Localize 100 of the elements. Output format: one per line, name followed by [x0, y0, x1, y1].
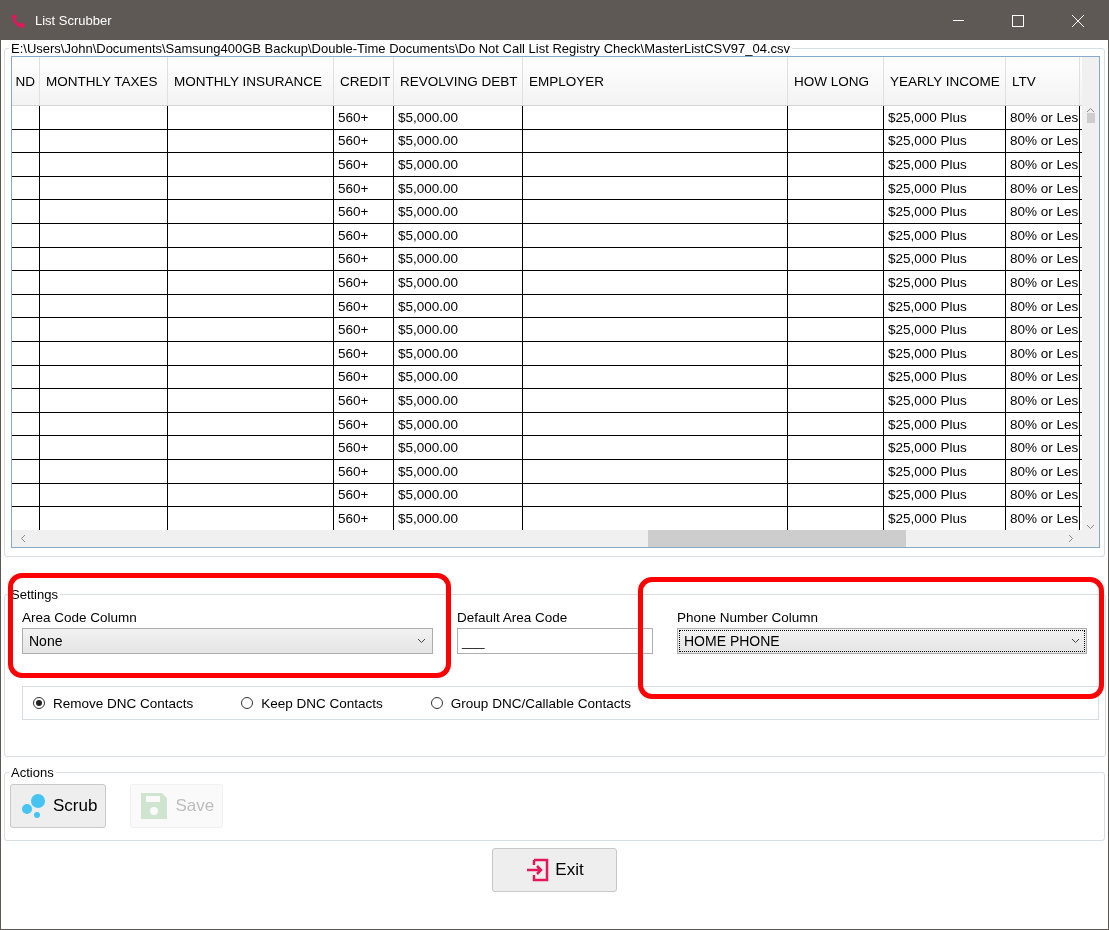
- column-header[interactable]: MONTHLY INSURANCE: [168, 57, 334, 105]
- table-cell: 80% or Les: [1006, 389, 1080, 412]
- table-cell: 80% or Les: [1006, 200, 1080, 223]
- column-header[interactable]: REVOLVING DEBT: [394, 57, 523, 105]
- table-cell: 560+: [334, 507, 394, 530]
- table-cell: $5,000.00: [394, 389, 523, 412]
- table-cell: 80% or Les: [1006, 106, 1080, 129]
- table-cell: $5,000.00: [394, 318, 523, 341]
- column-header[interactable]: YEARLY INCOME: [884, 57, 1006, 105]
- radio-label: Remove DNC Contacts: [53, 695, 194, 711]
- table-cell: 80% or Les: [1006, 271, 1080, 294]
- table-cell: 560+: [334, 247, 394, 271]
- close-icon[interactable]: [1072, 14, 1084, 27]
- chevron-left-icon: [20, 534, 26, 543]
- window-title: List Scrubber: [35, 13, 113, 28]
- vertical-scrollbar[interactable]: [1082, 57, 1099, 530]
- dropdown[interactable]: None: [22, 628, 433, 654]
- table-cell: $25,000 Plus: [884, 129, 1006, 153]
- table-cell: 560+: [334, 483, 394, 507]
- table-cell: 560+: [334, 389, 394, 412]
- table-cell: $25,000 Plus: [884, 271, 1006, 294]
- table-cell: 560+: [334, 271, 394, 294]
- table-cell: $25,000 Plus: [884, 294, 1006, 318]
- table-cell: 80% or Les: [1006, 483, 1080, 507]
- table-cell: $5,000.00: [394, 153, 523, 176]
- table-cell: 560+: [334, 106, 394, 129]
- table-cell: $5,000.00: [394, 129, 523, 153]
- field-label: Area Code Column: [22, 610, 138, 625]
- table-cell: 80% or Les: [1006, 365, 1080, 389]
- scroll-thumb[interactable]: [1086, 113, 1095, 123]
- table-cell: 80% or Les: [1006, 129, 1080, 153]
- field-label: Phone Number Column: [677, 610, 820, 625]
- table-cell: $25,000 Plus: [884, 341, 1006, 365]
- table-cell: 560+: [334, 223, 394, 247]
- group-title: Settings: [10, 587, 59, 602]
- table-cell: $25,000 Plus: [884, 412, 1006, 436]
- table-cell: 560+: [334, 129, 394, 153]
- table-cell: 560+: [334, 412, 394, 436]
- table-cell: $5,000.00: [394, 271, 523, 294]
- table-cell: $5,000.00: [394, 200, 523, 223]
- column-header[interactable]: HOW LONG: [788, 57, 884, 105]
- table-cell: 80% or Les: [1006, 294, 1080, 318]
- table-cell: 560+: [334, 436, 394, 459]
- column-header[interactable]: EMPLOYER: [523, 57, 788, 105]
- column-header[interactable]: ND: [12, 57, 40, 105]
- input-field[interactable]: ___: [457, 628, 653, 654]
- exit-icon: [525, 858, 550, 882]
- table-cell: $25,000 Plus: [884, 106, 1006, 129]
- dropdown[interactable]: HOME PHONE: [677, 628, 1087, 654]
- table-cell: 80% or Les: [1006, 436, 1080, 459]
- table-cell: 560+: [334, 318, 394, 341]
- table-cell: $5,000.00: [394, 365, 523, 389]
- phone-icon: [11, 12, 27, 29]
- table-cell: 560+: [334, 176, 394, 200]
- horizontal-scrollbar[interactable]: [12, 530, 1082, 547]
- column-header[interactable]: CREDIT: [334, 57, 394, 105]
- table-cell: $25,000 Plus: [884, 247, 1006, 271]
- exit-button[interactable]: Exit: [492, 848, 617, 892]
- table-cell: $5,000.00: [394, 459, 523, 483]
- table-cell: $5,000.00: [394, 341, 523, 365]
- table-cell: $5,000.00: [394, 223, 523, 247]
- table-cell: $5,000.00: [394, 507, 523, 530]
- table-cell: $5,000.00: [394, 247, 523, 271]
- table-cell: $25,000 Plus: [884, 153, 1006, 176]
- radio-label: Group DNC/Callable Contacts: [450, 695, 631, 711]
- maximize-icon[interactable]: [1012, 14, 1024, 27]
- table-cell: 80% or Les: [1006, 507, 1080, 530]
- column-header[interactable]: LTV: [1006, 57, 1080, 105]
- table-cell: $25,000 Plus: [884, 507, 1006, 530]
- minimize-icon[interactable]: [952, 20, 964, 21]
- scroll-thumb[interactable]: [648, 530, 906, 547]
- column-header[interactable]: MONTHLY TAXES: [40, 57, 168, 105]
- table-cell: $25,000 Plus: [884, 176, 1006, 200]
- chevron-down-icon: [417, 638, 426, 644]
- table-cell: $25,000 Plus: [884, 223, 1006, 247]
- table-cell: 560+: [334, 341, 394, 365]
- table-cell: $5,000.00: [394, 106, 523, 129]
- chevron-down-icon: [1071, 638, 1080, 644]
- table-cell: 80% or Les: [1006, 247, 1080, 271]
- table-cell: 560+: [334, 365, 394, 389]
- table-cell: 80% or Les: [1006, 153, 1080, 176]
- table-cell: 80% or Les: [1006, 341, 1080, 365]
- table-cell: 560+: [334, 153, 394, 176]
- table-cell: $25,000 Plus: [884, 389, 1006, 412]
- group-title: Actions: [10, 765, 55, 780]
- table-cell: 80% or Les: [1006, 459, 1080, 483]
- chevron-down-icon: [1086, 524, 1095, 530]
- table-cell: $25,000 Plus: [884, 459, 1006, 483]
- chevron-up-icon: [1086, 107, 1095, 113]
- bubbles-icon: [19, 792, 47, 820]
- table-cell: $25,000 Plus: [884, 436, 1006, 459]
- table-cell: $5,000.00: [394, 436, 523, 459]
- table-cell: $5,000.00: [394, 294, 523, 318]
- scrub-button[interactable]: Scrub: [10, 784, 107, 828]
- table-cell: $25,000 Plus: [884, 483, 1006, 507]
- table-cell: 560+: [334, 459, 394, 483]
- table-cell: 80% or Les: [1006, 318, 1080, 341]
- table-cell: 560+: [334, 294, 394, 318]
- table-cell: 80% or Les: [1006, 223, 1080, 247]
- table-cell: $5,000.00: [394, 483, 523, 507]
